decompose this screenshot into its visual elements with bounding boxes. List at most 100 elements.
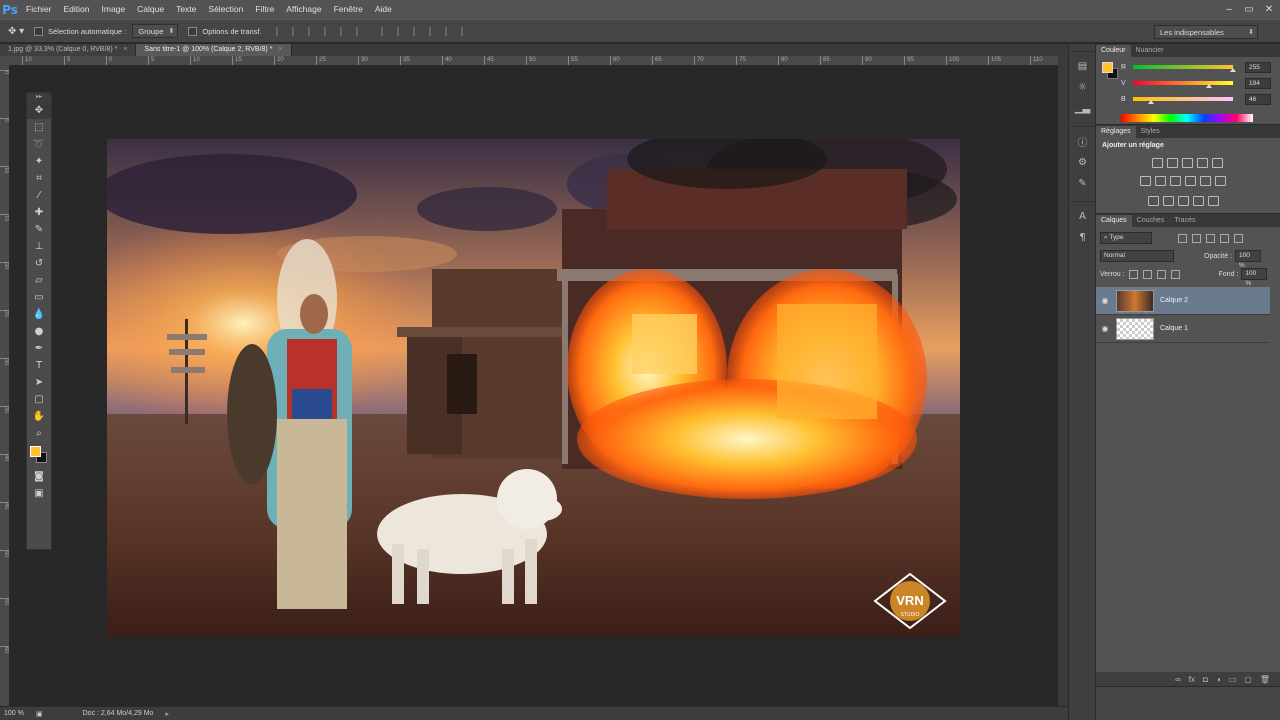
tab-close-icon[interactable]: × xyxy=(123,44,127,56)
color-spectrum[interactable] xyxy=(1121,114,1253,122)
menu-selection[interactable]: Sélection xyxy=(202,0,249,19)
brush-presets-icon[interactable]: ✎ xyxy=(1069,173,1096,194)
posterize-icon[interactable] xyxy=(1163,196,1174,206)
tab-styles[interactable]: Styles xyxy=(1136,126,1165,138)
channel-b-value[interactable]: 46 xyxy=(1245,93,1271,105)
zoom-field[interactable]: 100 % xyxy=(0,710,30,717)
color-swatches[interactable] xyxy=(27,442,51,468)
gradient-map-icon[interactable] xyxy=(1193,196,1204,206)
tab-sans-titre[interactable]: Sans titre-1 @ 100% (Calque 2, RVB/8) * … xyxy=(136,44,292,56)
toolbox-header[interactable]: ▸▸ xyxy=(27,93,51,102)
adjust-filter-icon[interactable] xyxy=(1192,233,1201,243)
lock-position-icon[interactable] xyxy=(1156,269,1166,279)
align-left-icon[interactable] xyxy=(323,26,335,36)
crop-icon[interactable]: ⌗ xyxy=(27,170,51,187)
distribute-hcenter-icon[interactable] xyxy=(444,26,456,36)
tab-traces[interactable]: Tracés xyxy=(1169,215,1200,227)
history-icon[interactable]: ▤ xyxy=(1069,56,1096,77)
align-bottom-icon[interactable] xyxy=(307,26,319,36)
selective-color-icon[interactable] xyxy=(1208,196,1219,206)
panel-foreground-swatch[interactable] xyxy=(1102,62,1113,73)
ruler-corner[interactable] xyxy=(0,56,10,66)
pen-icon[interactable]: ✒ xyxy=(27,340,51,357)
brightness-icon[interactable] xyxy=(1152,158,1163,168)
character-icon[interactable]: A xyxy=(1069,206,1096,227)
align-right-icon[interactable] xyxy=(355,26,367,36)
healing-icon[interactable]: ✚ xyxy=(27,204,51,221)
distribute-bottom-icon[interactable] xyxy=(412,26,424,36)
photo-filter-icon[interactable] xyxy=(1185,176,1196,186)
opacity-field[interactable]: 100 % xyxy=(1235,250,1262,269)
menu-filtre[interactable]: Filtre xyxy=(249,0,280,19)
menu-affichage[interactable]: Affichage xyxy=(280,0,327,19)
mask-icon[interactable]: ◘ xyxy=(1203,675,1208,684)
tab-close-icon[interactable]: × xyxy=(278,44,282,56)
histogram-icon[interactable]: ▁▃ xyxy=(1069,98,1096,119)
group-icon[interactable]: ▭ xyxy=(1229,675,1237,684)
transform-checkbox[interactable] xyxy=(188,26,198,36)
channel-r-slider[interactable] xyxy=(1133,65,1236,72)
layer-filter-dropdown[interactable]: ⌕ Type xyxy=(1100,232,1152,244)
distribute-top-icon[interactable] xyxy=(380,26,392,36)
hue-saturation-icon[interactable] xyxy=(1140,176,1151,186)
distribute-right-icon[interactable] xyxy=(460,26,472,36)
gradient-icon[interactable]: ▭ xyxy=(27,289,51,306)
align-top-icon[interactable] xyxy=(275,26,287,36)
tab-1jpg[interactable]: 1.jpg @ 33,3% (Calque 0, RVB/8) * × xyxy=(0,44,137,56)
channel-b-thumb[interactable] xyxy=(1148,100,1154,104)
auto-select-checkbox[interactable] xyxy=(34,26,43,36)
magic-wand-icon[interactable]: ✦ xyxy=(27,153,51,170)
shape-filter-icon[interactable] xyxy=(1220,233,1229,243)
layer-row-calque-2[interactable]: ◉ Calque 2 xyxy=(1096,287,1270,315)
vertical-ruler[interactable]: 0 5 10 15 20 25 30 35 40 45 50 55 60 xyxy=(0,66,10,706)
menu-texte[interactable]: Texte xyxy=(170,0,202,19)
trash-icon[interactable]: 🗑 xyxy=(1260,675,1270,684)
menu-aide[interactable]: Aide xyxy=(369,0,398,19)
horizontal-ruler[interactable]: 10 5 0 5 10 15 20 25 30 35 40 45 50 55 60 65 70 75 80 85 90 9… xyxy=(10,56,1058,66)
vibrance-icon[interactable] xyxy=(1212,158,1223,168)
vertical-scrollbar[interactable] xyxy=(1058,56,1068,706)
align-hcenter-icon[interactable] xyxy=(339,26,351,36)
fill-field[interactable]: 100 % xyxy=(1241,268,1268,287)
eraser-icon[interactable]: ▱ xyxy=(27,272,51,289)
channel-b-slider[interactable] xyxy=(1133,97,1233,104)
transform-option[interactable]: Options de transf. xyxy=(188,26,262,36)
channel-v-value[interactable]: 194 xyxy=(1245,77,1271,89)
tab-reglages[interactable]: Réglages xyxy=(1096,126,1136,138)
move-icon[interactable]: ✥ xyxy=(27,102,51,119)
channel-mixer-icon[interactable] xyxy=(1200,176,1211,186)
close-button[interactable]: ✕ xyxy=(1262,4,1276,16)
tab-couches[interactable]: Couches xyxy=(1132,215,1170,227)
eyedropper-icon[interactable]: ⁄ xyxy=(27,187,51,204)
history-brush-icon[interactable]: ↺ xyxy=(27,255,51,272)
marquee-icon[interactable]: ⬚ xyxy=(27,119,51,136)
lasso-icon[interactable]: ➰ xyxy=(27,136,51,153)
fx-icon[interactable]: fx xyxy=(1189,675,1195,684)
menu-edition[interactable]: Edition xyxy=(58,0,96,19)
status-menu-arrow[interactable]: ▸ xyxy=(165,710,169,718)
foreground-color-swatch[interactable] xyxy=(30,446,41,457)
threshold-icon[interactable] xyxy=(1178,196,1189,206)
new-layer-icon[interactable]: ▢ xyxy=(1244,675,1252,684)
channel-v-thumb[interactable] xyxy=(1206,84,1212,88)
menu-fichier[interactable]: Fichier xyxy=(20,0,58,19)
levels-icon[interactable] xyxy=(1167,158,1178,168)
channel-v-slider[interactable] xyxy=(1133,81,1233,88)
hand-icon[interactable]: ✋ xyxy=(27,408,51,425)
minimize-button[interactable]: – xyxy=(1222,4,1236,16)
quick-mask-icon[interactable]: ◙ xyxy=(27,468,51,485)
pixel-filter-icon[interactable] xyxy=(1178,233,1187,243)
text-filter-icon[interactable] xyxy=(1206,233,1215,243)
menu-image[interactable]: Image xyxy=(96,0,132,19)
path-select-icon[interactable]: ➤ xyxy=(27,374,51,391)
tab-nuancier[interactable]: Nuancier xyxy=(1131,45,1169,57)
screen-mode-icon[interactable]: ▣ xyxy=(27,485,51,502)
black-white-icon[interactable] xyxy=(1170,176,1181,186)
channel-r-thumb[interactable] xyxy=(1230,68,1236,72)
auto-select-option[interactable]: Sélection automatique : xyxy=(34,26,126,36)
blur-icon[interactable]: 💧 xyxy=(27,306,51,323)
invert-icon[interactable] xyxy=(1148,196,1159,206)
type-icon[interactable]: T xyxy=(27,357,51,374)
channel-r-value[interactable]: 255 xyxy=(1245,61,1271,73)
dock-grip[interactable] xyxy=(1069,44,1095,52)
